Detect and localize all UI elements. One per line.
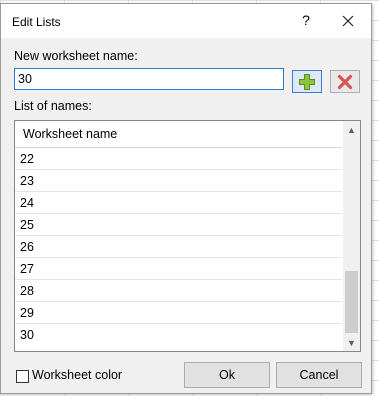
delete-button[interactable] — [330, 70, 360, 93]
delete-x-icon — [337, 74, 353, 89]
dialog-title: Edit Lists — [12, 15, 61, 29]
list-rows: 22 23 24 25 26 27 28 29 30 — [15, 147, 342, 345]
list-label: List of names: — [14, 99, 92, 113]
worksheet-list[interactable]: Worksheet name 22 23 24 25 26 27 28 29 3… — [14, 120, 361, 352]
worksheet-name-input[interactable] — [14, 68, 284, 90]
list-item[interactable]: 30 — [15, 323, 342, 345]
list-item[interactable]: 22 — [15, 147, 342, 169]
list-item[interactable]: 26 — [15, 235, 342, 257]
ok-button[interactable]: Ok — [184, 362, 270, 388]
edit-lists-dialog: Edit Lists ? New worksheet name: List of… — [0, 3, 372, 394]
list-column-header: Worksheet name — [23, 127, 118, 141]
list-item[interactable]: 29 — [15, 301, 342, 323]
vertical-scrollbar[interactable]: ▲ ▼ — [342, 121, 360, 351]
cancel-button[interactable]: Cancel — [276, 362, 362, 388]
title-bar: Edit Lists ? — [1, 4, 371, 38]
help-button[interactable]: ? — [297, 12, 315, 28]
list-item[interactable]: 28 — [15, 279, 342, 301]
close-icon — [342, 15, 354, 27]
new-name-label: New worksheet name: — [14, 49, 138, 63]
scroll-up-arrow-icon[interactable]: ▲ — [343, 121, 360, 138]
scroll-down-arrow-icon[interactable]: ▼ — [343, 334, 360, 351]
worksheet-color-label: Worksheet color — [32, 368, 123, 382]
list-item[interactable]: 23 — [15, 169, 342, 191]
add-button[interactable] — [292, 70, 322, 93]
scrollbar-thumb[interactable] — [345, 271, 358, 333]
worksheet-color-checkbox[interactable] — [16, 370, 29, 383]
list-item[interactable]: 27 — [15, 257, 342, 279]
plus-icon — [299, 73, 315, 90]
close-button[interactable] — [337, 10, 359, 32]
list-item[interactable]: 25 — [15, 213, 342, 235]
list-item[interactable]: 24 — [15, 191, 342, 213]
